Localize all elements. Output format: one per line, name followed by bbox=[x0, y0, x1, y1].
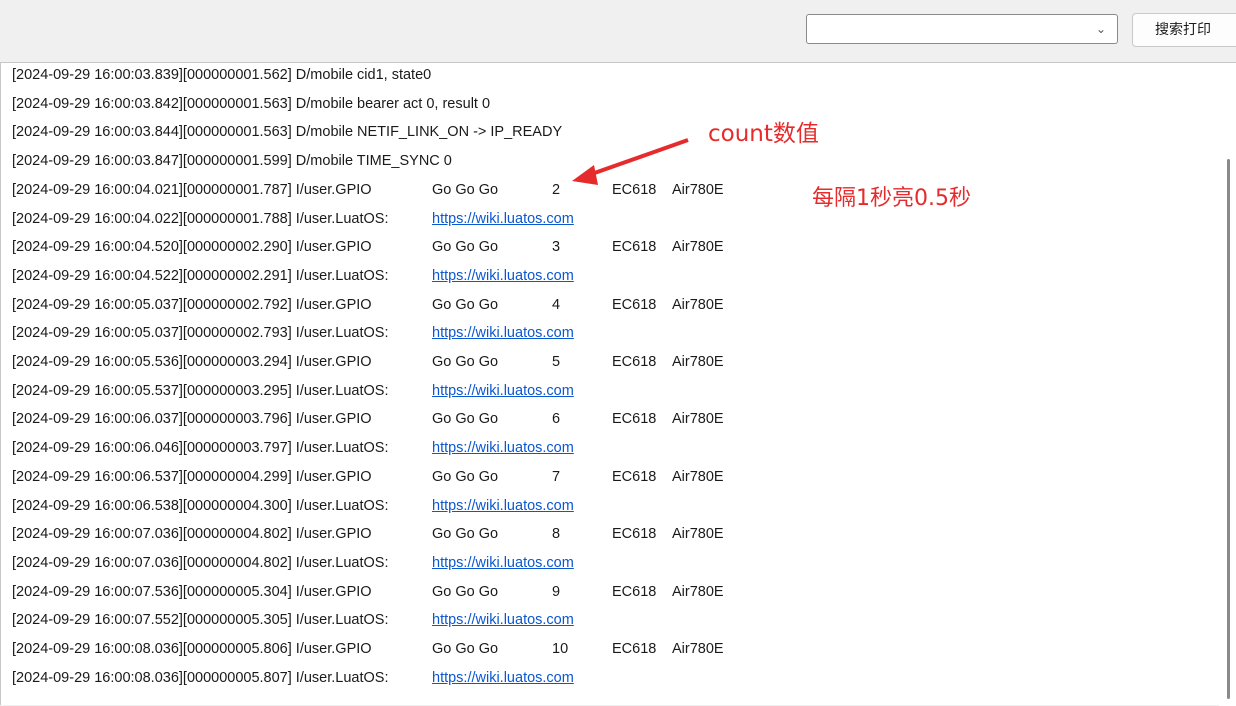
log-prefix: [2024-09-29 16:00:06.538][000000004.300]… bbox=[12, 497, 389, 514]
log-module: Air780E bbox=[672, 354, 724, 370]
log-link[interactable]: https://wiki.luatos.com bbox=[432, 322, 574, 344]
scrollbar-thumb[interactable] bbox=[1227, 159, 1230, 699]
log-prefix: [2024-09-29 16:00:06.046][000000003.797]… bbox=[12, 440, 389, 457]
log-link[interactable]: https://wiki.luatos.com bbox=[432, 380, 574, 402]
log-prefix: [2024-09-29 16:00:03.847][000000001.599]… bbox=[12, 153, 452, 170]
log-tag: Go Go Go bbox=[432, 181, 499, 198]
log-chip: EC618 bbox=[612, 411, 657, 428]
log-tag: Go Go Go bbox=[432, 239, 499, 256]
log-tag: Go Go Go bbox=[432, 354, 499, 370]
log-line: [2024-09-29 16:00:03.844][000000001.563]… bbox=[12, 121, 562, 143]
log-line: [2024-09-29 16:00:04.522][000000002.291]… bbox=[12, 265, 574, 287]
log-line: [2024-09-29 16:00:03.847][000000001.599]… bbox=[12, 150, 452, 172]
search-combobox[interactable]: ⌄ bbox=[806, 14, 1118, 44]
log-line: [2024-09-29 16:00:05.536][000000003.294]… bbox=[12, 351, 724, 373]
log-link[interactable]: https://wiki.luatos.com bbox=[432, 609, 574, 631]
log-count: 7 bbox=[552, 468, 561, 485]
log-tag: Go Go Go bbox=[432, 411, 499, 428]
log-line: [2024-09-29 16:00:07.036][000000004.802]… bbox=[12, 523, 724, 545]
log-chip: EC618 bbox=[612, 526, 657, 543]
log-line: [2024-09-29 16:00:04.022][000000001.788]… bbox=[12, 208, 574, 230]
log-line: [2024-09-29 16:00:05.037][000000002.792]… bbox=[12, 294, 724, 316]
log-prefix: [2024-09-29 16:00:06.537][000000004.299]… bbox=[12, 468, 372, 485]
log-line: [2024-09-29 16:00:06.046][000000003.797]… bbox=[12, 437, 574, 459]
log-module: Air780E bbox=[672, 526, 724, 543]
log-count: 4 bbox=[552, 296, 561, 313]
log-chip: EC618 bbox=[612, 641, 657, 657]
log-tag: Go Go Go bbox=[432, 526, 499, 543]
chevron-down-icon[interactable]: ⌄ bbox=[1091, 19, 1111, 39]
log-prefix: [2024-09-29 16:00:06.037][000000003.796]… bbox=[12, 411, 372, 428]
log-tag: Go Go Go bbox=[432, 296, 499, 313]
log-tag: Go Go Go bbox=[432, 583, 499, 600]
annotation-arrow-icon bbox=[572, 138, 689, 185]
log-link[interactable]: https://wiki.luatos.com bbox=[432, 667, 574, 689]
count-annotation: count数值 bbox=[708, 121, 819, 147]
log-prefix: [2024-09-29 16:00:05.037][000000002.792]… bbox=[12, 296, 372, 313]
log-chip: EC618 bbox=[612, 583, 657, 600]
log-tag: Go Go Go bbox=[432, 468, 499, 485]
log-count: 10 bbox=[552, 641, 569, 657]
log-prefix: [2024-09-29 16:00:05.536][000000003.294]… bbox=[12, 354, 372, 370]
log-line: [2024-09-29 16:00:07.536][000000005.304]… bbox=[12, 581, 724, 603]
log-prefix: [2024-09-29 16:00:04.520][000000002.290]… bbox=[12, 239, 372, 256]
log-count: 3 bbox=[552, 239, 561, 256]
log-prefix: [2024-09-29 16:00:08.036][000000005.807]… bbox=[12, 669, 389, 686]
log-prefix: [2024-09-29 16:00:07.036][000000004.802]… bbox=[12, 554, 389, 571]
log-line: [2024-09-29 16:00:07.552][000000005.305]… bbox=[12, 609, 574, 631]
log-count: 8 bbox=[552, 526, 561, 543]
log-line: [2024-09-29 16:00:04.520][000000002.290]… bbox=[12, 236, 724, 258]
log-line: [2024-09-29 16:00:03.839][000000001.562]… bbox=[12, 64, 431, 86]
log-line: [2024-09-29 16:00:05.037][000000002.793]… bbox=[12, 322, 574, 344]
log-line: [2024-09-29 16:00:07.036][000000004.802]… bbox=[12, 552, 574, 574]
log-prefix: [2024-09-29 16:00:03.839][000000001.562]… bbox=[12, 67, 432, 83]
log-line: [2024-09-29 16:00:06.037][000000003.796]… bbox=[12, 408, 724, 430]
log-line: [2024-09-29 16:00:08.036][000000005.806]… bbox=[12, 638, 724, 660]
log-prefix: [2024-09-29 16:00:07.552][000000005.305]… bbox=[12, 612, 389, 629]
log-module: Air780E bbox=[672, 583, 724, 600]
search-print-button[interactable]: 搜索打印 bbox=[1132, 13, 1236, 47]
log-line: [2024-09-29 16:00:06.538][000000004.300]… bbox=[12, 495, 574, 517]
log-module: Air780E bbox=[672, 468, 724, 485]
log-link[interactable]: https://wiki.luatos.com bbox=[432, 495, 574, 517]
log-link[interactable]: https://wiki.luatos.com bbox=[432, 552, 574, 574]
log-prefix: [2024-09-29 16:00:04.022][000000001.788]… bbox=[12, 210, 389, 227]
log-module: Air780E bbox=[672, 411, 724, 428]
log-tag: Go Go Go bbox=[432, 641, 499, 657]
log-module: Air780E bbox=[672, 641, 724, 657]
vertical-scrollbar[interactable] bbox=[1219, 63, 1236, 706]
log-prefix: [2024-09-29 16:00:03.842][000000001.563]… bbox=[12, 95, 491, 112]
log-prefix: [2024-09-29 16:00:03.844][000000001.563]… bbox=[12, 124, 563, 141]
log-count: 5 bbox=[552, 354, 561, 370]
log-count: 9 bbox=[552, 583, 561, 600]
log-line: [2024-09-29 16:00:04.021][000000001.787]… bbox=[12, 179, 724, 201]
log-count: 2 bbox=[552, 181, 561, 198]
toolbar: ⌄ 搜索打印 bbox=[0, 0, 1236, 62]
log-module: Air780E bbox=[672, 239, 724, 256]
log-line: [2024-09-29 16:00:08.036][000000005.807]… bbox=[12, 667, 574, 689]
log-prefix: [2024-09-29 16:00:04.021][000000001.787]… bbox=[12, 181, 372, 198]
log-link[interactable]: https://wiki.luatos.com bbox=[432, 208, 574, 230]
log-line: [2024-09-29 16:00:06.537][000000004.299]… bbox=[12, 466, 724, 488]
log-link[interactable]: https://wiki.luatos.com bbox=[432, 437, 574, 459]
log-chip: EC618 bbox=[612, 468, 657, 485]
log-prefix: [2024-09-29 16:00:07.536][000000005.304]… bbox=[12, 583, 372, 600]
log-prefix: [2024-09-29 16:00:05.537][000000003.295]… bbox=[12, 382, 389, 399]
log-prefix: [2024-09-29 16:00:07.036][000000004.802]… bbox=[12, 526, 372, 543]
log-line: [2024-09-29 16:00:03.842][000000001.563]… bbox=[12, 93, 490, 115]
log-prefix: [2024-09-29 16:00:08.036][000000005.806]… bbox=[12, 641, 372, 657]
log-chip: EC618 bbox=[612, 354, 657, 370]
log-module: Air780E bbox=[672, 296, 724, 313]
blink-annotation: 每隔1秒亮0.5秒 bbox=[812, 186, 971, 211]
log-chip: EC618 bbox=[612, 239, 657, 256]
log-link[interactable]: https://wiki.luatos.com bbox=[432, 265, 574, 287]
log-line: [2024-09-29 16:00:05.537][000000003.295]… bbox=[12, 380, 574, 402]
log-count: 6 bbox=[552, 411, 561, 428]
log-chip: EC618 bbox=[612, 296, 657, 313]
log-prefix: [2024-09-29 16:00:04.522][000000002.291]… bbox=[12, 267, 389, 284]
log-prefix: [2024-09-29 16:00:05.037][000000002.793]… bbox=[12, 325, 389, 342]
